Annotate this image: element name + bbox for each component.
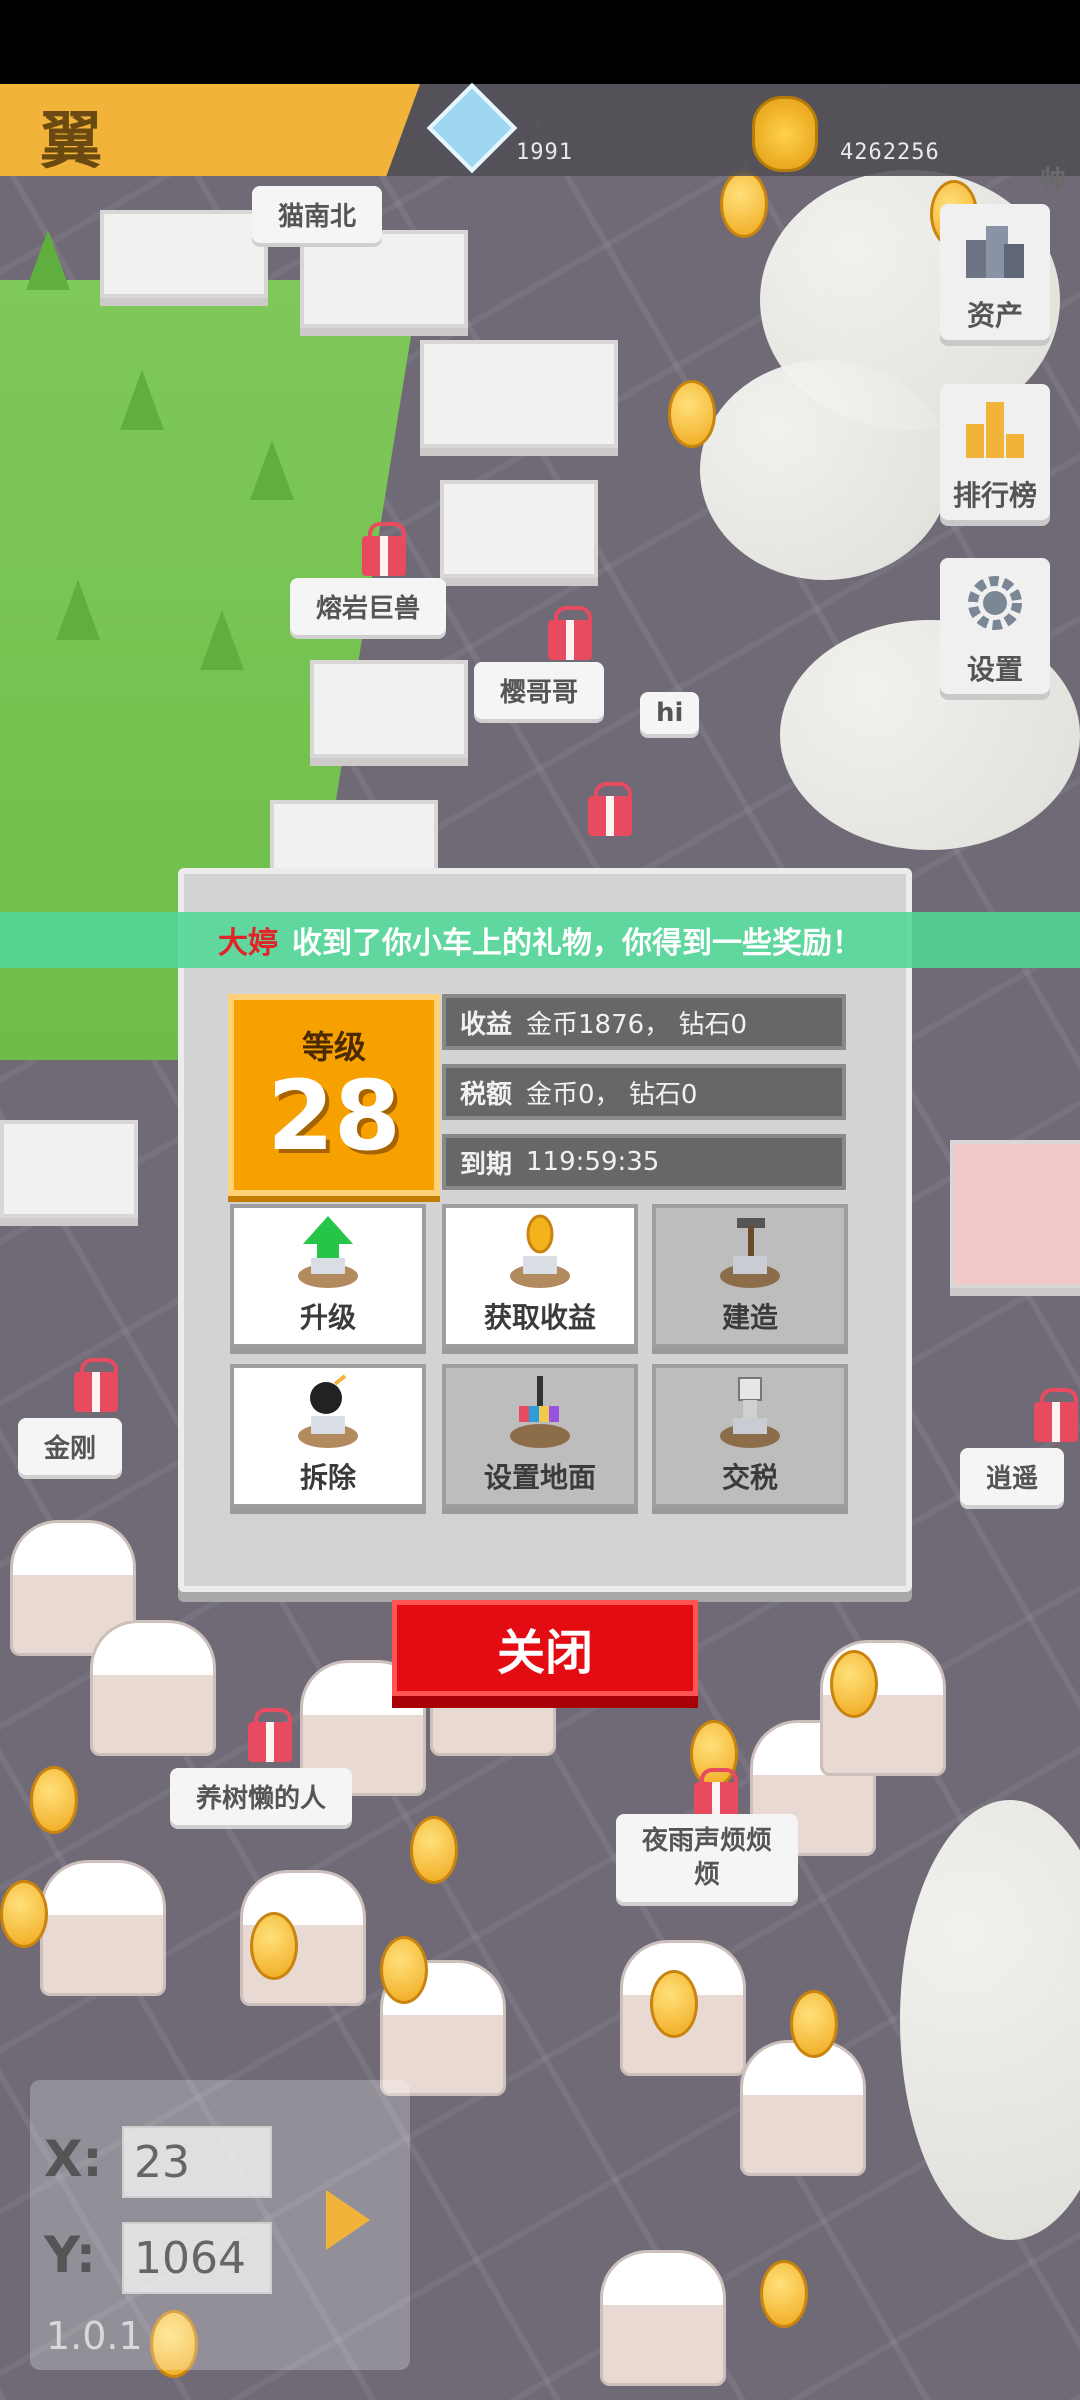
collect-income-label: 获取收益 [483,1301,596,1334]
settings-label: 设置 [966,653,1023,686]
city-block [100,210,268,298]
upgrade-label: 升级 [299,1301,356,1334]
expiry-label: 到期 [460,1149,513,1180]
city-block [0,1120,138,1218]
leaderboard-icon [940,384,1050,474]
coin-icon[interactable] [410,1816,458,1884]
tax-row: 税额 金币0， 钻石0 [442,1064,846,1120]
assets-icon [940,204,1050,294]
player-name-bubble[interactable]: 猫南北 [252,186,383,243]
expiry-value: 119:59:35 [526,1147,660,1177]
building[interactable] [40,1860,166,1996]
gift-icon[interactable] [1034,1388,1078,1442]
player-name-bubble[interactable]: 养树懒的人 [170,1768,353,1825]
gear-icon [940,558,1050,648]
coin-icon[interactable] [250,1912,298,1980]
notification-message: 收到了你小车上的礼物，你得到一些奖励！ [292,926,862,961]
city-block [300,230,468,328]
gift-notification: 大婷 收到了你小车上的礼物，你得到一些奖励！ [0,912,1080,968]
upgrade-arrow-icon [234,1208,422,1296]
y-coordinate-input[interactable]: 1064 [122,2222,272,2294]
tax-value: 金币0， 钻石0 [526,1079,698,1110]
income-row: 收益 金币1876， 钻石0 [442,994,846,1050]
player-name-bubble[interactable]: 樱哥哥 [474,662,605,719]
chat-bubble: hi [640,692,700,734]
upgrade-button[interactable]: 升级 [230,1204,426,1348]
paint-ground-icon [446,1368,634,1456]
tree-icon [120,370,164,430]
tree-icon [56,580,100,640]
gift-icon[interactable] [362,522,406,576]
close-button[interactable]: 关闭 [392,1600,698,1696]
assets-button[interactable]: 资产 [940,204,1050,340]
settings-button[interactable]: 设置 [940,558,1050,694]
level-badge: 等级 28 [228,994,440,1196]
notification-sender: 大婷 [218,926,278,961]
player-name-bubble[interactable]: 熔岩巨兽 [290,578,447,635]
gift-icon[interactable] [588,782,632,836]
tax-skull-icon [656,1368,844,1456]
player-name-bubble[interactable]: 金刚 [18,1418,123,1475]
tree-icon [250,440,294,500]
city-block [440,480,598,578]
building[interactable] [740,2040,866,2176]
income-value: 金币1876， 钻石0 [526,1009,747,1040]
tree-icon [26,230,70,290]
status-bar [0,0,1080,84]
coin-count: 4262256 [840,140,940,165]
coin-stack-icon [752,96,818,172]
city-block [950,1140,1080,1288]
player-name-line: 烦 [694,1860,721,1890]
tax-label: 税额 [460,1079,513,1110]
city-block [310,660,468,758]
coin-icon[interactable] [720,170,768,238]
player-name-line: 夜雨声烦烦 [642,1826,773,1856]
bomb-demolish-icon [234,1368,422,1456]
level-value: 28 [267,1060,401,1172]
build-button[interactable]: 建造 [652,1204,848,1348]
cloud [700,360,950,580]
version-label: 1.0.1 [46,2314,143,2358]
coin-icon[interactable] [760,2260,808,2328]
collect-income-button[interactable]: 获取收益 [442,1204,638,1348]
gift-icon[interactable] [548,606,592,660]
player-name-bubble[interactable]: 逍遥 [960,1448,1065,1505]
x-axis-label: X: [44,2130,103,2188]
y-axis-label: Y: [44,2226,96,2284]
coin-icon[interactable] [30,1766,78,1834]
demolish-button[interactable]: 拆除 [230,1364,426,1508]
demolish-label: 拆除 [299,1461,356,1494]
player-name-bubble[interactable]: 夜雨声烦烦 烦 [616,1814,799,1902]
edge-label: 帅 [1040,166,1067,196]
set-ground-label: 设置地面 [483,1461,596,1494]
build-label: 建造 [721,1301,778,1334]
set-ground-button[interactable]: 设置地面 [442,1364,638,1508]
building[interactable] [600,2250,726,2386]
income-label: 收益 [460,1009,513,1040]
go-to-coordinate-icon[interactable] [326,2190,370,2250]
gift-icon[interactable] [74,1358,118,1412]
coin-icon[interactable] [830,1650,878,1718]
coin-icon[interactable] [380,1936,428,2004]
tree-icon [200,610,244,670]
leaderboard-button[interactable]: 排行榜 [940,384,1050,520]
expiry-row: 到期 119:59:35 [442,1134,846,1190]
coin-icon[interactable] [790,1990,838,2058]
coin-icon[interactable] [668,380,716,448]
diamond-count: 1991 [516,140,573,165]
building[interactable] [90,1620,216,1756]
logo-char: 翼 [40,104,103,177]
city-block [420,340,618,448]
player-logo[interactable]: 翼 [0,84,420,176]
pay-tax-label: 交税 [721,1461,778,1494]
coin-icon[interactable] [650,1970,698,2038]
x-coordinate-input[interactable]: 23 [122,2126,272,2198]
gift-icon[interactable] [248,1708,292,1762]
assets-label: 资产 [966,299,1023,332]
hammer-build-icon [656,1208,844,1296]
coin-icon[interactable] [0,1880,48,1948]
pay-tax-button[interactable]: 交税 [652,1364,848,1508]
coin-collect-icon [446,1208,634,1296]
leaderboard-label: 排行榜 [952,479,1037,512]
